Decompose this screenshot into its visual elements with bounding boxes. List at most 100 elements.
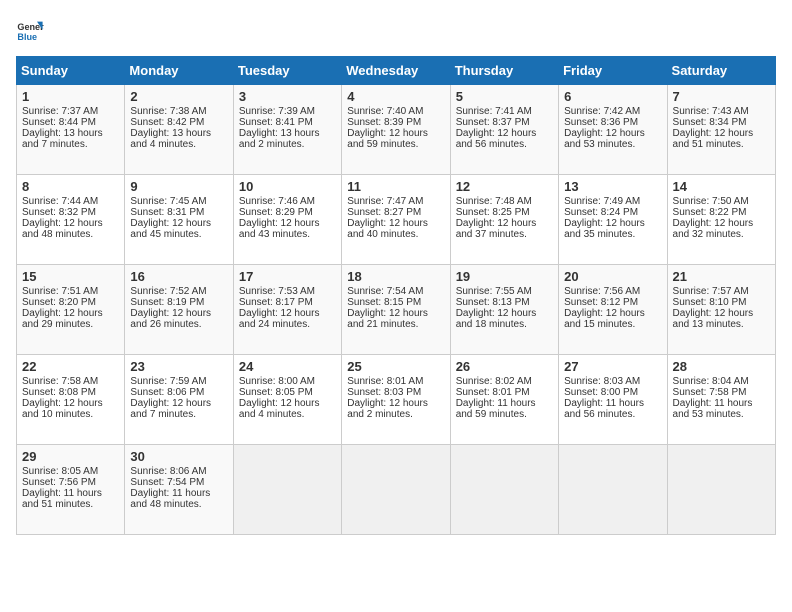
sunset: Sunset: 8:41 PM: [239, 117, 313, 128]
day-number: 18: [347, 269, 444, 284]
sunset: Sunset: 8:15 PM: [347, 297, 421, 308]
day-number: 13: [564, 179, 661, 194]
daylight: Daylight: 12 hours and 40 minutes.: [347, 218, 428, 240]
weekday-header-tuesday: Tuesday: [233, 57, 341, 85]
sunrise: Sunrise: 8:00 AM: [239, 376, 315, 387]
calendar-cell: 14Sunrise: 7:50 AMSunset: 8:22 PMDayligh…: [667, 175, 775, 265]
day-number: 17: [239, 269, 336, 284]
daylight: Daylight: 12 hours and 53 minutes.: [564, 128, 645, 150]
sunrise: Sunrise: 7:57 AM: [673, 286, 749, 297]
calendar-week-row: 22Sunrise: 7:58 AMSunset: 8:08 PMDayligh…: [17, 355, 776, 445]
daylight: Daylight: 11 hours and 53 minutes.: [673, 398, 753, 420]
calendar-cell: 4Sunrise: 7:40 AMSunset: 8:39 PMDaylight…: [342, 85, 450, 175]
daylight: Daylight: 13 hours and 4 minutes.: [130, 128, 211, 150]
daylight: Daylight: 12 hours and 21 minutes.: [347, 308, 428, 330]
sunset: Sunset: 7:58 PM: [673, 387, 747, 398]
day-number: 30: [130, 449, 227, 464]
calendar-cell: 23Sunrise: 7:59 AMSunset: 8:06 PMDayligh…: [125, 355, 233, 445]
calendar-cell: 17Sunrise: 7:53 AMSunset: 8:17 PMDayligh…: [233, 265, 341, 355]
sunset: Sunset: 8:42 PM: [130, 117, 204, 128]
day-number: 6: [564, 89, 661, 104]
day-number: 4: [347, 89, 444, 104]
day-number: 23: [130, 359, 227, 374]
sunset: Sunset: 8:44 PM: [22, 117, 96, 128]
sunrise: Sunrise: 7:46 AM: [239, 196, 315, 207]
sunrise: Sunrise: 7:55 AM: [456, 286, 532, 297]
logo-icon: General Blue: [16, 16, 44, 44]
calendar-cell: 15Sunrise: 7:51 AMSunset: 8:20 PMDayligh…: [17, 265, 125, 355]
daylight: Daylight: 12 hours and 26 minutes.: [130, 308, 211, 330]
calendar-cell: 1Sunrise: 7:37 AMSunset: 8:44 PMDaylight…: [17, 85, 125, 175]
sunrise: Sunrise: 7:39 AM: [239, 106, 315, 117]
daylight: Daylight: 12 hours and 13 minutes.: [673, 308, 754, 330]
sunset: Sunset: 8:00 PM: [564, 387, 638, 398]
day-number: 5: [456, 89, 553, 104]
sunrise: Sunrise: 7:50 AM: [673, 196, 749, 207]
page-header: General Blue: [16, 16, 776, 44]
sunrise: Sunrise: 7:38 AM: [130, 106, 206, 117]
sunset: Sunset: 8:12 PM: [564, 297, 638, 308]
sunset: Sunset: 8:01 PM: [456, 387, 530, 398]
sunset: Sunset: 8:34 PM: [673, 117, 747, 128]
day-number: 14: [673, 179, 770, 194]
calendar-week-row: 1Sunrise: 7:37 AMSunset: 8:44 PMDaylight…: [17, 85, 776, 175]
day-number: 24: [239, 359, 336, 374]
sunrise: Sunrise: 7:52 AM: [130, 286, 206, 297]
day-number: 3: [239, 89, 336, 104]
daylight: Daylight: 12 hours and 59 minutes.: [347, 128, 428, 150]
day-number: 1: [22, 89, 119, 104]
calendar-cell: 3 Sunrise: 7:39 AMSunset: 8:41 PMDaylight…: [233, 85, 341, 175]
sunrise: Sunrise: 7:49 AM: [564, 196, 640, 207]
calendar-cell: [559, 445, 667, 535]
day-number: 20: [564, 269, 661, 284]
sunset: Sunset: 8:20 PM: [22, 297, 96, 308]
sunrise: Sunrise: 7:51 AM: [22, 286, 98, 297]
calendar-cell: 12Sunrise: 7:48 AMSunset: 8:25 PMDayligh…: [450, 175, 558, 265]
calendar-cell: 6Sunrise: 7:42 AMSunset: 8:36 PMDaylight…: [559, 85, 667, 175]
calendar-table: SundayMondayTuesdayWednesdayThursdayFrid…: [16, 56, 776, 535]
day-number: 2: [130, 89, 227, 104]
calendar-cell: 20 Sunrise: 7:56 AMSunset: 8:12 PMDayligh…: [559, 265, 667, 355]
sunset: Sunset: 8:05 PM: [239, 387, 313, 398]
day-number: 21: [673, 269, 770, 284]
day-number: 11: [347, 179, 444, 194]
daylight: Daylight: 12 hours and 15 minutes.: [564, 308, 645, 330]
calendar-cell: 10Sunrise: 7:46 AMSunset: 8:29 PMDayligh…: [233, 175, 341, 265]
sunset: Sunset: 8:31 PM: [130, 207, 204, 218]
calendar-cell: 2 Sunrise: 7:38 AMSunset: 8:42 PMDaylight…: [125, 85, 233, 175]
sunrise: Sunrise: 7:45 AM: [130, 196, 206, 207]
weekday-header-friday: Friday: [559, 57, 667, 85]
daylight: Daylight: 12 hours and 51 minutes.: [673, 128, 754, 150]
day-number: 8: [22, 179, 119, 194]
day-number: 12: [456, 179, 553, 194]
sunrise: Sunrise: 8:02 AM: [456, 376, 532, 387]
day-number: 9: [130, 179, 227, 194]
sunset: Sunset: 8:27 PM: [347, 207, 421, 218]
daylight: Daylight: 13 hours and 2 minutes.: [239, 128, 320, 150]
sunset: Sunset: 8:39 PM: [347, 117, 421, 128]
sunset: Sunset: 8:06 PM: [130, 387, 204, 398]
calendar-cell: [342, 445, 450, 535]
sunrise: Sunrise: 8:01 AM: [347, 376, 423, 387]
daylight: Daylight: 12 hours and 48 minutes.: [22, 218, 103, 240]
daylight: Daylight: 12 hours and 24 minutes.: [239, 308, 320, 330]
calendar-cell: 11Sunrise: 7:47 AMSunset: 8:27 PMDayligh…: [342, 175, 450, 265]
svg-text:Blue: Blue: [17, 32, 37, 42]
daylight: Daylight: 12 hours and 32 minutes.: [673, 218, 754, 240]
day-number: 25: [347, 359, 444, 374]
sunset: Sunset: 8:24 PM: [564, 207, 638, 218]
sunset: Sunset: 7:54 PM: [130, 477, 204, 488]
weekday-header-row: SundayMondayTuesdayWednesdayThursdayFrid…: [17, 57, 776, 85]
weekday-header-sunday: Sunday: [17, 57, 125, 85]
sunrise: Sunrise: 7:56 AM: [564, 286, 640, 297]
daylight: Daylight: 12 hours and 10 minutes.: [22, 398, 103, 420]
calendar-cell: [233, 445, 341, 535]
day-number: 19: [456, 269, 553, 284]
daylight: Daylight: 12 hours and 7 minutes.: [130, 398, 211, 420]
daylight: Daylight: 12 hours and 18 minutes.: [456, 308, 537, 330]
daylight: Daylight: 13 hours and 7 minutes.: [22, 128, 103, 150]
sunset: Sunset: 8:13 PM: [456, 297, 530, 308]
sunrise: Sunrise: 7:48 AM: [456, 196, 532, 207]
sunrise: Sunrise: 7:43 AM: [673, 106, 749, 117]
daylight: Daylight: 11 hours and 48 minutes.: [130, 488, 210, 510]
